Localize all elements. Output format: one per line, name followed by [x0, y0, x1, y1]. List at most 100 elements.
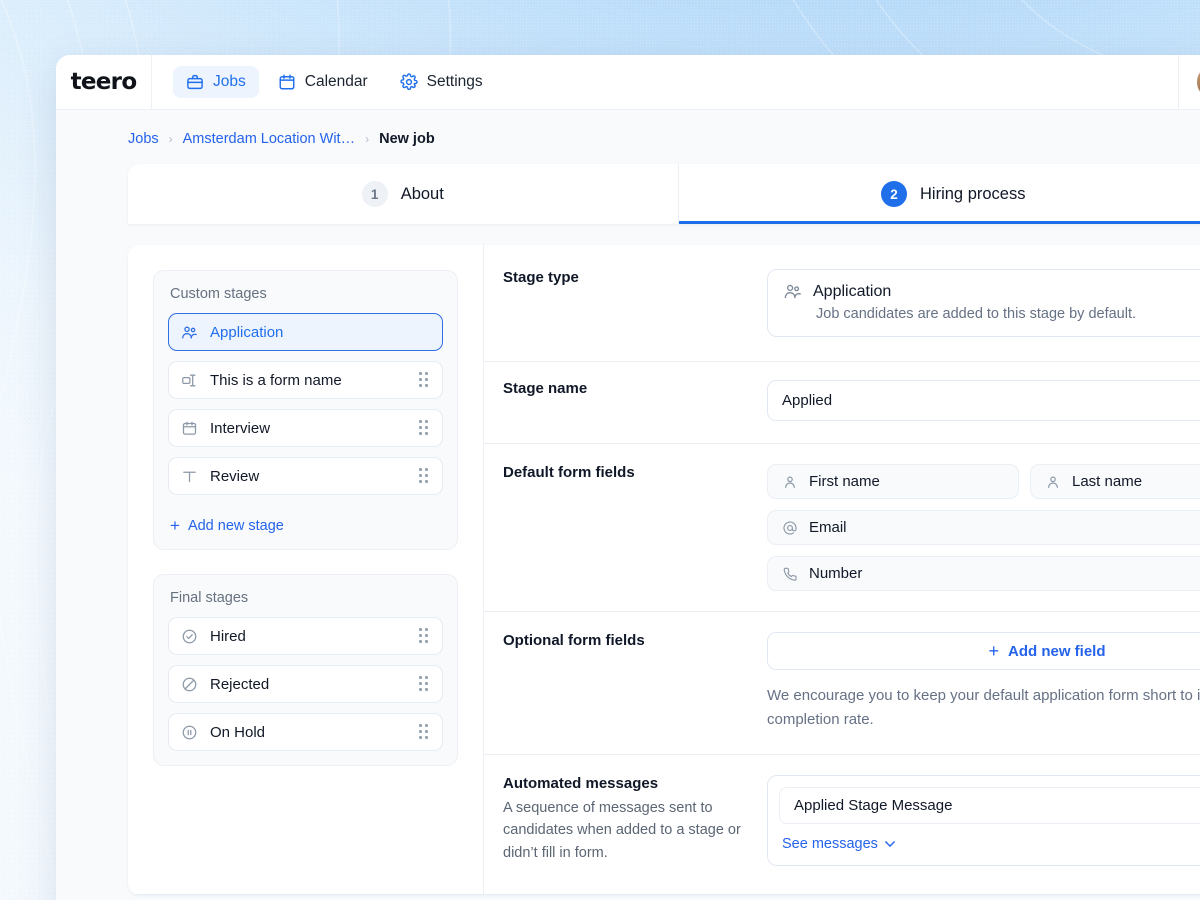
field-chip-first-name-label: First name [809, 473, 880, 490]
stage-item-rejected[interactable]: Rejected [168, 665, 443, 703]
users-icon [180, 323, 198, 341]
stage-item-application[interactable]: Application [168, 313, 443, 351]
field-chip-number-label: Number [809, 565, 862, 582]
drag-handle-icon[interactable] [417, 420, 431, 436]
stage-type-label-wrap: Stage type [503, 269, 767, 337]
tab-about[interactable]: 1 About [128, 164, 679, 224]
automated-messages-label-wrap: Automated messages A sequence of message… [503, 775, 767, 866]
stage-type-description: Job candidates are added to this stage b… [783, 306, 1200, 322]
brand-name: teero [71, 69, 137, 95]
default-form-fields-label-wrap: Default form fields [503, 464, 767, 591]
page-body: Jobs › Amsterdam Location Wit… › New job… [56, 110, 1200, 895]
stage-name-input[interactable]: Applied [767, 380, 1200, 421]
ban-icon [180, 675, 198, 693]
breadcrumb-item-current: New job [379, 131, 435, 147]
plus-icon: + [170, 517, 180, 534]
breadcrumb-item-location[interactable]: Amsterdam Location Wit… [183, 131, 355, 147]
automated-message-inner: Applied Stage Message 2 msgs [768, 776, 1200, 824]
stage-type-value: Application [813, 283, 891, 301]
stage-item-review-label: Review [210, 468, 405, 485]
stage-item-rejected-label: Rejected [210, 676, 405, 693]
stage-type-label: Stage type [503, 269, 751, 286]
stage-name-label-wrap: Stage name [503, 380, 767, 421]
account-menu[interactable] [1178, 55, 1200, 109]
users-icon [783, 282, 802, 301]
add-new-field-button[interactable]: + Add new field [767, 632, 1200, 670]
calendar-icon [278, 73, 296, 91]
nav-item-settings-label: Settings [427, 73, 483, 91]
optional-form-fields-helper: We encourage you to keep your default ap… [767, 684, 1200, 732]
primary-nav: Jobs Calendar Settings [152, 55, 496, 109]
stage-item-form[interactable]: This is a form name [168, 361, 443, 399]
default-form-fields-list: First name Last name [767, 464, 1200, 591]
stage-type-row: Stage type Applicati [484, 245, 1200, 362]
stage-item-hired-label: Hired [210, 628, 405, 645]
brand-logo[interactable]: teero [56, 55, 152, 109]
automated-messages-description: A sequence of messages sent to candidate… [503, 797, 751, 864]
breadcrumb-separator: › [365, 132, 369, 146]
final-stages-group: Final stages Hired [153, 574, 458, 766]
field-chip-email: Email [767, 510, 1200, 545]
stage-item-hired[interactable]: Hired [168, 617, 443, 655]
field-chip-first-name: First name [767, 464, 1019, 499]
plus-icon: + [988, 642, 999, 660]
drag-handle-icon[interactable] [417, 676, 431, 692]
stage-detail-column: Stage type Applicati [484, 245, 1200, 895]
automated-messages-label: Automated messages [503, 775, 751, 792]
phone-icon [782, 566, 798, 582]
stage-item-review[interactable]: Review [168, 457, 443, 495]
stage-name-fields: Applied [767, 380, 1200, 421]
add-new-stage-label: Add new stage [188, 518, 284, 534]
briefcase-icon [186, 73, 204, 91]
field-chip-last-name: Last name [1030, 464, 1200, 499]
tab-hiring-process-label: Hiring process [920, 185, 1025, 204]
stage-item-interview-label: Interview [210, 420, 405, 437]
stage-item-application-label: Application [210, 324, 431, 341]
stage-name-label: Stage name [503, 380, 751, 397]
stage-name-row: Stage name Applied [484, 362, 1200, 444]
optional-form-fields-content: + Add new field We encourage you to keep… [767, 632, 1200, 732]
default-form-fields-label: Default form fields [503, 464, 751, 481]
drag-handle-icon[interactable] [417, 372, 431, 388]
stages-column: Custom stages Application [128, 245, 484, 895]
nav-item-calendar-label: Calendar [305, 73, 368, 91]
stage-type-fields: Application Job candidates are added to … [767, 269, 1200, 337]
hiring-process-card: Custom stages Application [128, 245, 1200, 895]
check-circle-icon [180, 627, 198, 645]
breadcrumb-separator: › [169, 132, 173, 146]
text-icon [180, 467, 198, 485]
breadcrumb-item-jobs[interactable]: Jobs [128, 131, 159, 147]
final-stages-title: Final stages [168, 590, 443, 606]
pause-circle-icon [180, 723, 198, 741]
tab-hiring-process-number: 2 [881, 181, 907, 207]
tab-hiring-process[interactable]: 2 Hiring process [679, 164, 1200, 224]
nav-item-settings[interactable]: Settings [387, 66, 496, 98]
automated-message-row[interactable]: Applied Stage Message 2 msgs [779, 787, 1200, 824]
custom-stages-group: Custom stages Application [153, 270, 458, 550]
nav-item-calendar[interactable]: Calendar [265, 66, 381, 98]
field-chip-email-label: Email [809, 519, 847, 536]
automated-messages-content: Applied Stage Message 2 msgs See message… [767, 775, 1200, 866]
drag-handle-icon[interactable] [417, 724, 431, 740]
see-messages-label: See messages [782, 836, 878, 852]
wizard-tabs: 1 About 2 Hiring process [128, 164, 1200, 224]
see-messages-button[interactable]: See messages [782, 836, 895, 852]
form-icon [180, 371, 198, 389]
automated-messages-row: Automated messages A sequence of message… [484, 755, 1200, 890]
calendar-icon [180, 419, 198, 437]
optional-form-fields-label-wrap: Optional form fields [503, 632, 767, 732]
at-icon [782, 520, 798, 536]
stage-type-card[interactable]: Application Job candidates are added to … [767, 269, 1200, 337]
add-new-stage-button[interactable]: + Add new stage [168, 505, 443, 535]
drag-handle-icon[interactable] [417, 628, 431, 644]
drag-handle-icon[interactable] [417, 468, 431, 484]
nav-spacer [496, 55, 1178, 109]
stage-name-input-value: Applied [782, 392, 832, 409]
breadcrumb: Jobs › Amsterdam Location Wit… › New job [56, 110, 1200, 147]
stage-item-interview[interactable]: Interview [168, 409, 443, 447]
default-form-fields-row: Default form fields First name [484, 444, 1200, 612]
chevron-down-icon [885, 841, 895, 847]
stage-type-card-head: Application [783, 282, 1200, 301]
nav-item-jobs[interactable]: Jobs [173, 66, 259, 98]
stage-item-on-hold[interactable]: On Hold [168, 713, 443, 751]
